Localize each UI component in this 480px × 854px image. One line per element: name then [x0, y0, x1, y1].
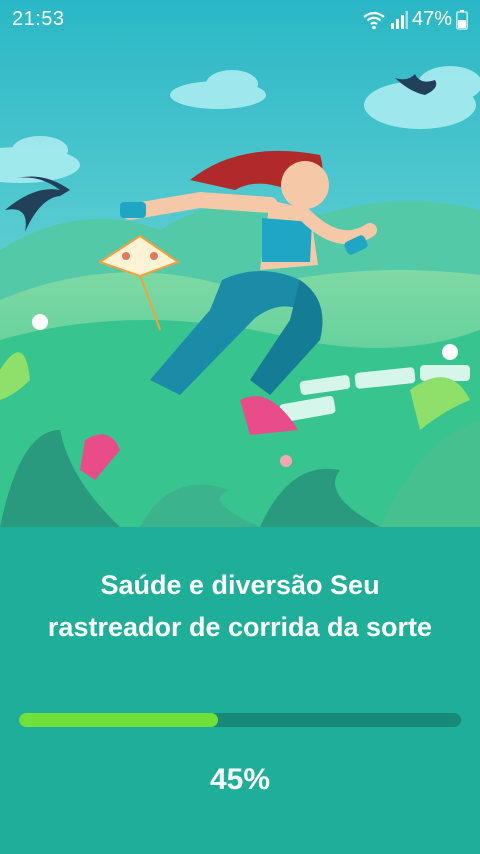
progress-fill	[19, 713, 218, 727]
wifi-icon	[362, 10, 386, 30]
splash-panel: Saúde e diversão Seu rastreador de corri…	[0, 527, 480, 854]
tagline: Saúde e diversão Seu rastreador de corri…	[47, 570, 433, 642]
battery-percent: 47%	[411, 8, 452, 30]
progress-percent: 45%	[209, 763, 271, 796]
signal-icon	[390, 10, 408, 29]
status-indicators: 47%	[362, 8, 468, 31]
progress-bar	[19, 713, 461, 727]
status-bar: 21:53 47%	[0, 0, 480, 38]
status-time: 21:53	[12, 8, 65, 30]
hero-illustration	[0, 0, 480, 527]
battery-icon	[456, 9, 468, 30]
